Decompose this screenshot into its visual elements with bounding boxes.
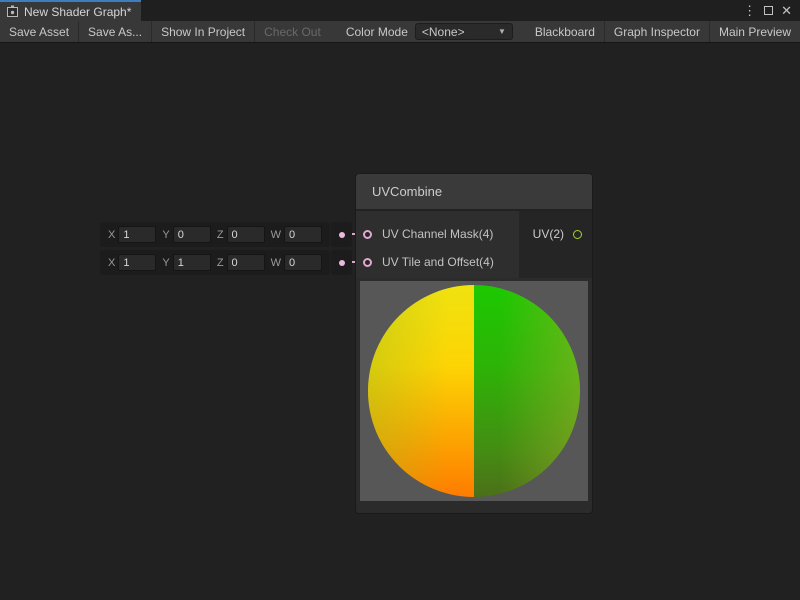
tab-new-shader-graph[interactable]: New Shader Graph* bbox=[0, 0, 141, 21]
sphere-right-half-uv1 bbox=[474, 285, 580, 497]
graph-canvas[interactable]: X Y Z W X Y Z W UVCombine bbox=[0, 43, 800, 600]
x-label: X bbox=[108, 229, 115, 241]
graph-inspector-button[interactable]: Graph Inspector bbox=[604, 21, 709, 42]
blackboard-button[interactable]: Blackboard bbox=[526, 21, 604, 42]
vector4-input-2[interactable]: X Y Z W bbox=[100, 250, 352, 275]
toolbar: Save Asset Save As... Show In Project Ch… bbox=[0, 21, 800, 43]
show-in-project-button[interactable]: Show In Project bbox=[151, 21, 254, 42]
output-port-uv[interactable] bbox=[573, 230, 582, 239]
input-port-label: UV Tile and Offset(4) bbox=[382, 255, 494, 269]
shader-graph-window: New Shader Graph* ⋮ ✕ Save Asset Save As… bbox=[0, 0, 800, 600]
z-field[interactable] bbox=[227, 226, 265, 243]
input-port-uv-channel-mask[interactable] bbox=[363, 230, 372, 239]
input-port-uv-tile-offset[interactable] bbox=[363, 258, 372, 267]
port-dot-icon bbox=[339, 232, 345, 238]
vector4-fields: X Y Z W bbox=[100, 222, 330, 247]
w-label: W bbox=[271, 229, 281, 241]
color-mode-dropdown[interactable]: <None> ▼ bbox=[415, 23, 513, 40]
tab-title: New Shader Graph* bbox=[24, 5, 131, 19]
input-row-uv-tile-offset: UV Tile and Offset(4) bbox=[356, 248, 519, 276]
node-ports: UV Channel Mask(4) UV Tile and Offset(4)… bbox=[356, 211, 592, 278]
node-output-panel: UV(2) bbox=[519, 211, 592, 278]
y-field[interactable] bbox=[173, 254, 211, 271]
z-label: Z bbox=[217, 257, 224, 269]
chevron-down-icon: ▼ bbox=[498, 27, 506, 36]
x-field[interactable] bbox=[118, 226, 156, 243]
x-label: X bbox=[108, 257, 115, 269]
node-header[interactable]: UVCombine bbox=[356, 174, 592, 211]
color-mode-label: Color Mode bbox=[339, 21, 415, 42]
main-preview-button[interactable]: Main Preview bbox=[709, 21, 800, 42]
save-as-button[interactable]: Save As... bbox=[78, 21, 151, 42]
toolbar-gap bbox=[513, 21, 526, 42]
node-input-panel: UV Channel Mask(4) UV Tile and Offset(4) bbox=[356, 211, 519, 278]
save-asset-button[interactable]: Save Asset bbox=[0, 21, 78, 42]
shader-graph-icon bbox=[6, 5, 19, 18]
check-out-button: Check Out bbox=[254, 21, 330, 42]
toolbar-spacer bbox=[330, 21, 339, 42]
y-label: Y bbox=[162, 257, 169, 269]
node-title: UVCombine bbox=[372, 184, 442, 199]
w-field[interactable] bbox=[284, 226, 322, 243]
color-mode-value: <None> bbox=[422, 25, 465, 39]
vector4-input-1[interactable]: X Y Z W bbox=[100, 222, 352, 247]
port-dot-icon bbox=[339, 260, 345, 266]
tab-bar: New Shader Graph* ⋮ ✕ bbox=[0, 0, 800, 21]
input-port-label: UV Channel Mask(4) bbox=[382, 227, 493, 241]
vector4-fields: X Y Z W bbox=[100, 250, 330, 275]
w-field[interactable] bbox=[284, 254, 322, 271]
close-icon[interactable]: ✕ bbox=[781, 4, 792, 17]
w-label: W bbox=[271, 257, 281, 269]
menu-icon[interactable]: ⋮ bbox=[743, 4, 756, 17]
y-field[interactable] bbox=[173, 226, 211, 243]
window-controls: ⋮ ✕ bbox=[743, 0, 800, 21]
z-field[interactable] bbox=[227, 254, 265, 271]
vector4-output-port[interactable] bbox=[331, 222, 352, 247]
y-label: Y bbox=[162, 229, 169, 241]
x-field[interactable] bbox=[118, 254, 156, 271]
node-preview[interactable] bbox=[360, 281, 588, 501]
z-label: Z bbox=[217, 229, 224, 241]
input-row-uv-channel-mask: UV Channel Mask(4) bbox=[356, 220, 519, 248]
sphere-left-half-uv0 bbox=[368, 285, 474, 497]
vector4-output-port[interactable] bbox=[331, 250, 352, 275]
preview-sphere bbox=[368, 285, 580, 497]
output-row-uv: UV(2) bbox=[533, 220, 592, 248]
maximize-icon[interactable] bbox=[764, 6, 773, 15]
output-port-label: UV(2) bbox=[533, 227, 564, 241]
node-uvcombine[interactable]: UVCombine UV Channel Mask(4) UV Tile and… bbox=[356, 174, 592, 513]
